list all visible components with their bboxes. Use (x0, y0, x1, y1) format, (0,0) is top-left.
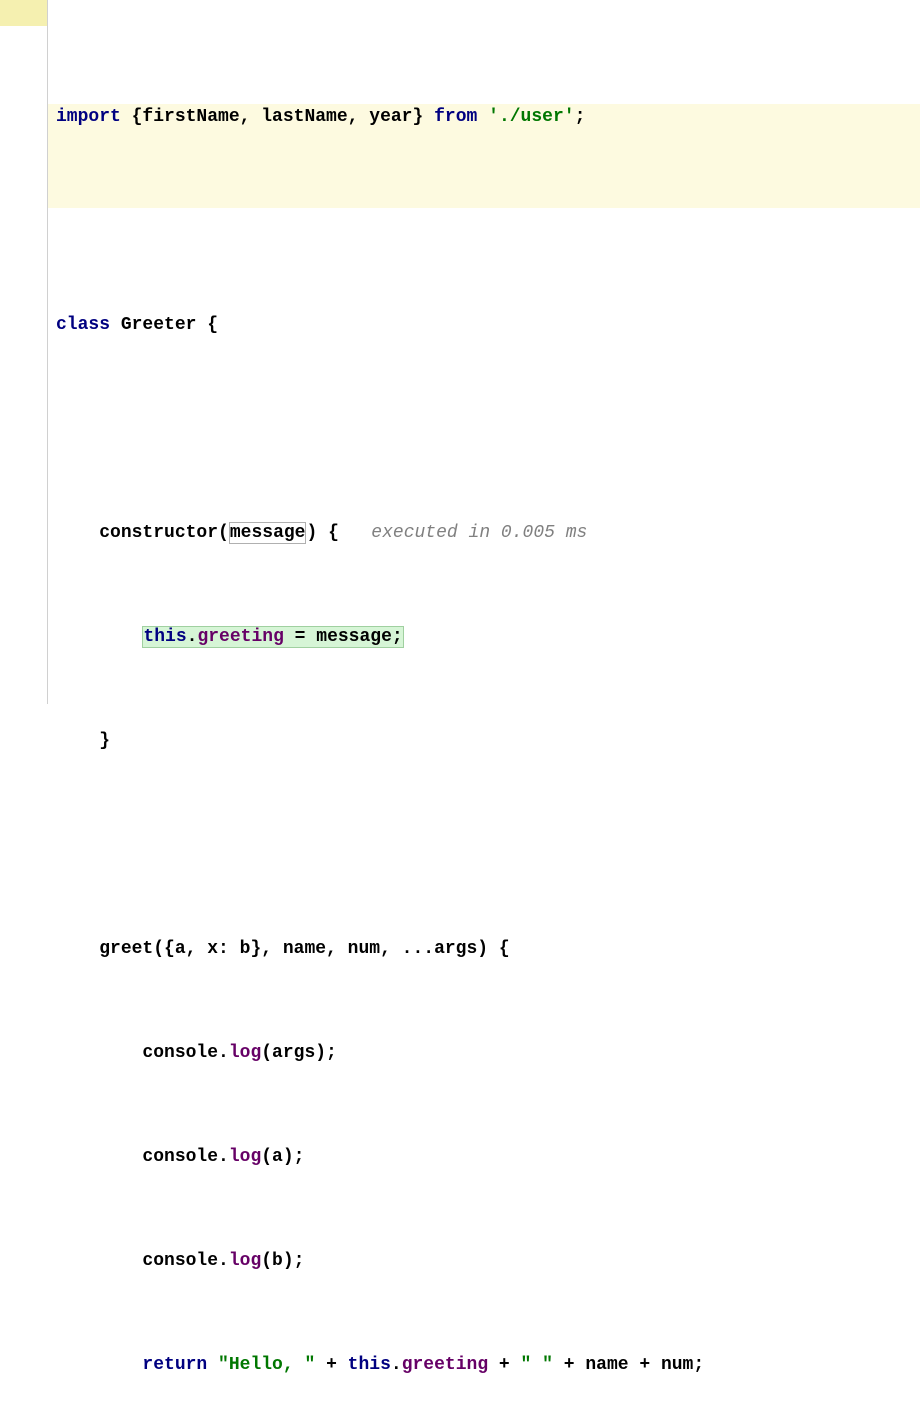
ident-lastName: lastName (261, 107, 347, 127)
keyword-class: class (56, 315, 110, 335)
ident-firstName: firstName (142, 107, 239, 127)
punct: ; (575, 107, 586, 127)
executed-statement: this.greeting = message; (142, 626, 403, 648)
string-literal: " " (521, 1355, 553, 1375)
code-line-12[interactable]: console.log(b); (56, 1248, 920, 1274)
space (477, 107, 488, 127)
code-line-7[interactable]: } (56, 728, 920, 754)
args: (a); (261, 1147, 304, 1167)
editor-gutter (0, 0, 48, 704)
ident-constructor: constructor (99, 523, 218, 543)
args: (b); (261, 1251, 304, 1271)
punct: + (488, 1355, 520, 1375)
indent (56, 627, 142, 647)
property-greeting: greeting (197, 627, 283, 647)
execution-time-comment: executed in 0.005 ms (371, 523, 587, 543)
code-line-2[interactable] (56, 208, 920, 234)
method-log: log (229, 1043, 261, 1063)
indent (56, 1147, 142, 1167)
code-line-6[interactable]: this.greeting = message; (56, 624, 920, 650)
gutter-marker (0, 0, 47, 26)
indent (56, 1043, 142, 1063)
indent (56, 523, 99, 543)
punct: + (315, 1355, 347, 1375)
space (110, 315, 121, 335)
space (207, 1355, 218, 1375)
string-literal: './user' (488, 107, 574, 127)
punct: } (99, 731, 110, 751)
keyword-return: return (142, 1355, 207, 1375)
keyword-this: this (143, 627, 186, 647)
code-line-5[interactable]: constructor(message) { executed in 0.005… (56, 520, 920, 546)
assign: = message; (284, 627, 403, 647)
indent (56, 1251, 142, 1271)
string-literal: "Hello, " (218, 1355, 315, 1375)
ident-Greeter: Greeter { (121, 315, 218, 335)
code-line-9[interactable]: greet({a, x: b}, name, num, ...args) { (56, 936, 920, 962)
punct: } (413, 107, 435, 127)
indent (56, 939, 99, 959)
punct: ( (218, 523, 229, 543)
ident-console: console. (142, 1251, 228, 1271)
ident-console: console. (142, 1043, 228, 1063)
keyword-from: from (434, 107, 477, 127)
punct: + name + num; (553, 1355, 704, 1375)
property-greeting: greeting (402, 1355, 488, 1375)
ident-year: year (369, 107, 412, 127)
code-line-4[interactable] (56, 416, 920, 442)
param-highlight-message: message (229, 522, 307, 544)
ident-console: console. (142, 1147, 228, 1167)
indent (56, 1355, 142, 1375)
punct: , (240, 107, 262, 127)
code-line-3[interactable]: class Greeter { (56, 312, 920, 338)
method-log: log (229, 1251, 261, 1271)
code-line-1[interactable]: import {firstName, lastName, year} from … (56, 104, 920, 130)
code-line-10[interactable]: console.log(args); (56, 1040, 920, 1066)
punct: , (348, 107, 370, 127)
punct: { (121, 107, 143, 127)
code-line-8[interactable] (56, 832, 920, 858)
args: (args); (261, 1043, 337, 1063)
punct: ) { (306, 523, 338, 543)
punct: . (391, 1355, 402, 1375)
punct: . (187, 627, 198, 647)
method-log: log (229, 1147, 261, 1167)
indent (56, 731, 99, 751)
code-line-11[interactable]: console.log(a); (56, 1144, 920, 1170)
code-editor[interactable]: import {firstName, lastName, year} from … (48, 0, 920, 704)
keyword-import: import (56, 107, 121, 127)
method-decl-greet: greet({a, x: b}, name, num, ...args) { (99, 939, 509, 959)
code-line-13[interactable]: return "Hello, " + this.greeting + " " +… (56, 1352, 920, 1378)
keyword-this: this (348, 1355, 391, 1375)
